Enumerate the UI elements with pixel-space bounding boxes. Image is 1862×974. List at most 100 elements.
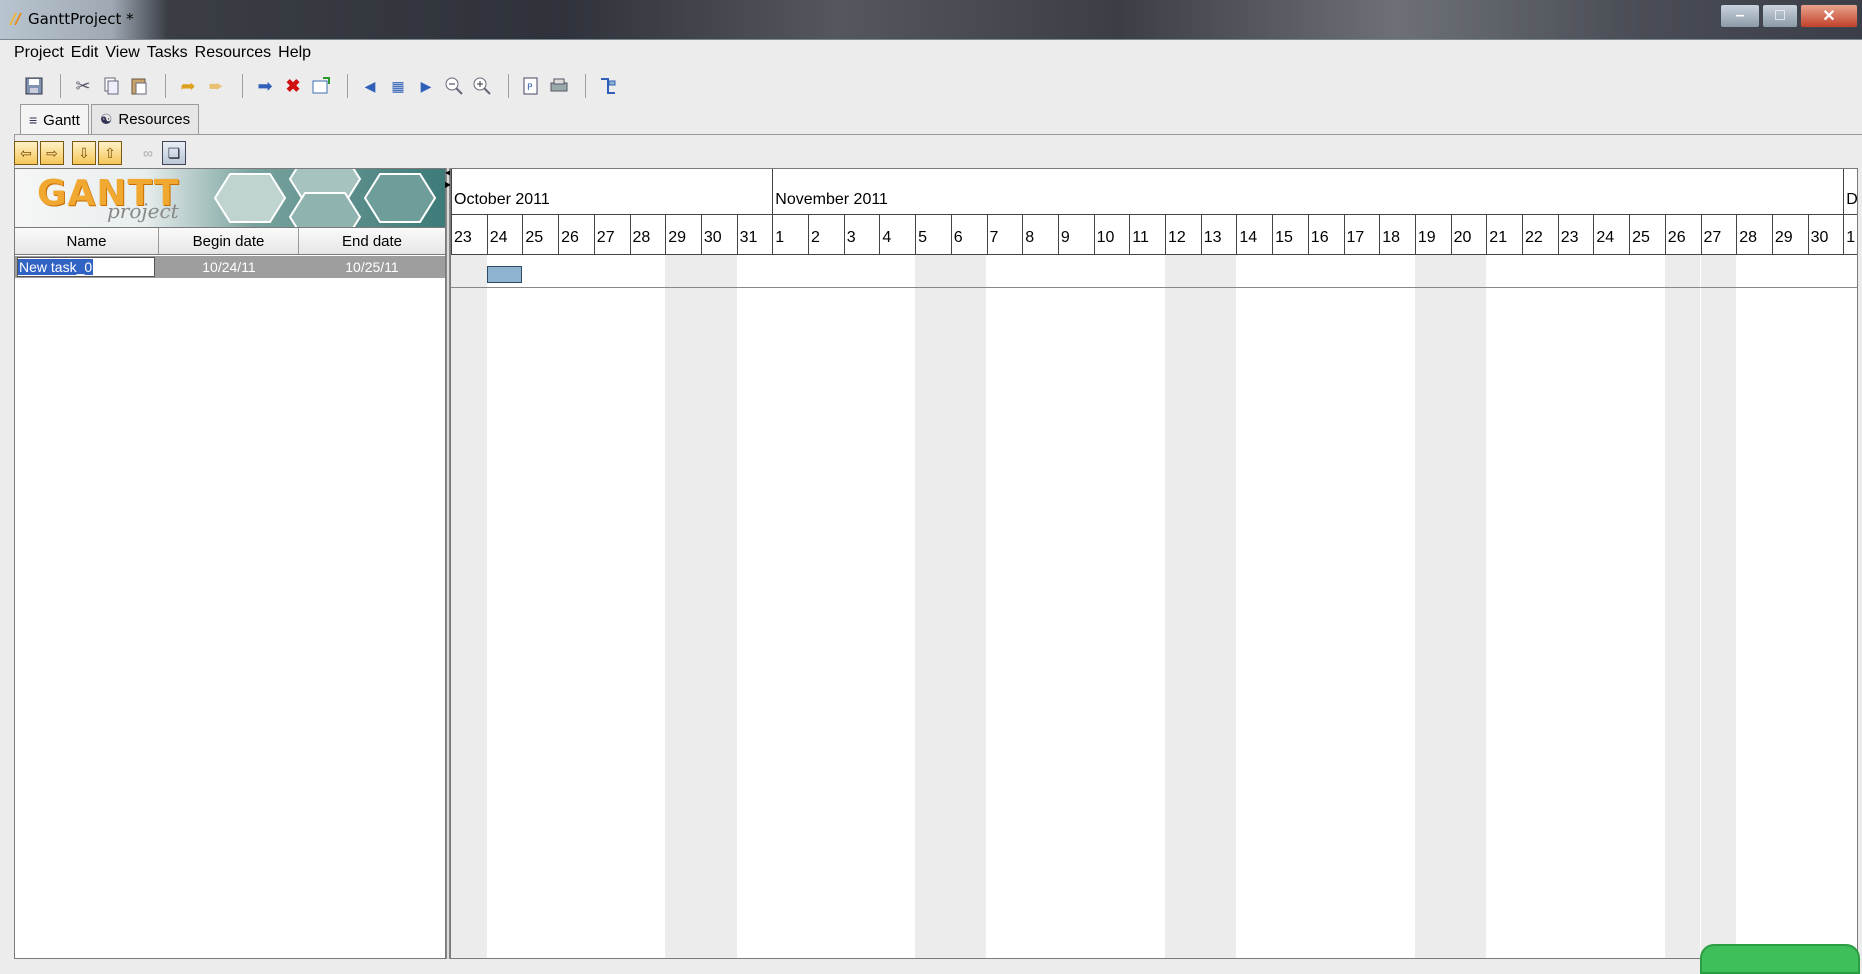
tab-gantt[interactable]: ≡ Gantt — [20, 104, 89, 135]
corner-widget[interactable] — [1700, 944, 1860, 974]
new-task-icon[interactable]: ➡ — [253, 74, 277, 98]
cut-icon[interactable]: ✂ — [71, 74, 95, 98]
column-header-begin-date[interactable]: Begin date — [159, 228, 299, 254]
day-label: 28 — [1736, 215, 1772, 255]
menu-bar: Project Edit View Tasks Resources Help — [0, 41, 1862, 65]
close-button[interactable]: ✕ — [1800, 4, 1858, 28]
day-label: 22 — [1522, 215, 1558, 255]
table-row[interactable]: New task_0 10/24/11 10/25/11 — [15, 256, 445, 278]
menu-help[interactable]: Help — [278, 44, 311, 62]
properties-icon[interactable] — [309, 74, 333, 98]
fit-chart-icon[interactable]: ▦ — [386, 74, 410, 98]
maximize-button[interactable]: □ — [1762, 4, 1798, 28]
weekend-column — [1165, 255, 1201, 958]
day-label: 27 — [1700, 215, 1737, 255]
tab-resources[interactable]: ☯ Resources — [90, 104, 200, 134]
hexagon-pattern — [213, 169, 437, 227]
menu-project[interactable]: Project — [14, 44, 64, 62]
task-end-date-cell[interactable]: 10/25/11 — [299, 256, 445, 278]
logo-sub-text: project — [107, 199, 179, 223]
unlink-button[interactable]: ❏ — [162, 141, 186, 165]
task-row-separator — [451, 287, 1857, 288]
weekend-column — [950, 255, 987, 958]
weekend-column — [665, 255, 701, 958]
undo-icon[interactable]: ➦ — [176, 74, 200, 98]
zoom-in-icon[interactable] — [470, 74, 494, 98]
link-button[interactable]: ∞ — [136, 141, 160, 165]
day-label: 24 — [486, 215, 523, 255]
day-label: 9 — [1057, 215, 1094, 255]
scroll-left-icon[interactable]: ◀ — [358, 74, 382, 98]
day-label: 21 — [1486, 215, 1522, 255]
day-label: 27 — [593, 215, 630, 255]
day-label: 11 — [1129, 215, 1165, 255]
weekend-column — [1414, 255, 1451, 958]
day-label: 13 — [1200, 215, 1237, 255]
day-label: 18 — [1379, 215, 1415, 255]
move-down-button[interactable]: ⇩ — [72, 141, 96, 165]
task-table-header: Name Begin date End date — [15, 227, 445, 255]
redo-icon[interactable]: ➨ — [204, 74, 228, 98]
task-toolbar: ⇦ ⇨ ⇩ ⇧ ∞ ❏ — [14, 140, 188, 166]
menu-view[interactable]: View — [105, 44, 139, 62]
day-label: 1 — [1843, 215, 1857, 255]
column-header-end-date[interactable]: End date — [299, 228, 445, 254]
resources-tab-icon: ☯ — [99, 111, 113, 127]
day-label: 30 — [700, 215, 737, 255]
minimize-button[interactable]: – — [1720, 4, 1760, 28]
save-icon[interactable] — [22, 74, 46, 98]
column-header-name[interactable]: Name — [15, 228, 159, 254]
copy-icon[interactable] — [99, 74, 123, 98]
tab-gantt-label: Gantt — [43, 111, 80, 129]
month-header: October 2011November 2011De — [451, 169, 1857, 215]
day-label: 16 — [1307, 215, 1344, 255]
scroll-right-icon[interactable]: ▶ — [414, 74, 438, 98]
task-name-cell[interactable]: New task_0 — [15, 256, 159, 278]
day-label: 25 — [1629, 215, 1665, 255]
close-icon: ✕ — [1822, 8, 1836, 25]
delete-icon[interactable]: ✖ — [281, 74, 305, 98]
toolbar-separator — [347, 74, 348, 98]
indent-button[interactable]: ⇨ — [40, 141, 64, 165]
task-tree-panel: GANTT project Name Begin date End date N… — [14, 168, 446, 959]
arrow-right-icon: ⇨ — [46, 144, 58, 161]
arrow-up-icon: ⇧ — [104, 144, 116, 161]
day-label: 1 — [772, 215, 808, 255]
day-label: 24 — [1593, 215, 1629, 255]
task-name-input[interactable]: New task_0 — [17, 257, 155, 277]
link-icon: ∞ — [143, 145, 153, 161]
print-icon[interactable] — [547, 74, 571, 98]
weekend-column — [1664, 255, 1701, 958]
svg-text:P: P — [527, 83, 533, 93]
unlink-icon: ❏ — [167, 144, 181, 161]
menu-resources[interactable]: Resources — [195, 44, 271, 62]
weekend-column — [700, 255, 737, 958]
print-preview-icon[interactable]: P — [519, 74, 543, 98]
day-label: 17 — [1343, 215, 1380, 255]
day-label: 19 — [1414, 215, 1451, 255]
day-label: 26 — [1664, 215, 1701, 255]
gantt-chart[interactable]: October 2011November 2011De 232425262728… — [450, 168, 1858, 959]
outdent-button[interactable]: ⇦ — [14, 141, 38, 165]
task-begin-date-cell[interactable]: 10/24/11 — [159, 256, 299, 278]
toolbar-separator — [508, 74, 509, 98]
critical-path-icon[interactable] — [596, 74, 620, 98]
zoom-out-icon[interactable] — [442, 74, 466, 98]
day-label: 3 — [843, 215, 880, 255]
toolbar-separator — [165, 74, 166, 98]
task-bar[interactable] — [486, 266, 523, 283]
day-label: 7 — [986, 215, 1023, 255]
move-up-button[interactable]: ⇧ — [98, 141, 122, 165]
task-name-selected-text: New task_0 — [18, 259, 94, 275]
paste-icon[interactable] — [127, 74, 151, 98]
maximize-icon: □ — [1775, 7, 1785, 24]
day-label: 30 — [1807, 215, 1844, 255]
weekend-column — [1200, 255, 1237, 958]
day-label: 28 — [629, 215, 666, 255]
day-label: 29 — [1771, 215, 1808, 255]
menu-edit[interactable]: Edit — [71, 44, 99, 62]
day-label: 14 — [1236, 215, 1272, 255]
day-label: 31 — [736, 215, 773, 255]
arrow-down-icon: ⇩ — [78, 144, 90, 161]
menu-tasks[interactable]: Tasks — [147, 44, 188, 62]
